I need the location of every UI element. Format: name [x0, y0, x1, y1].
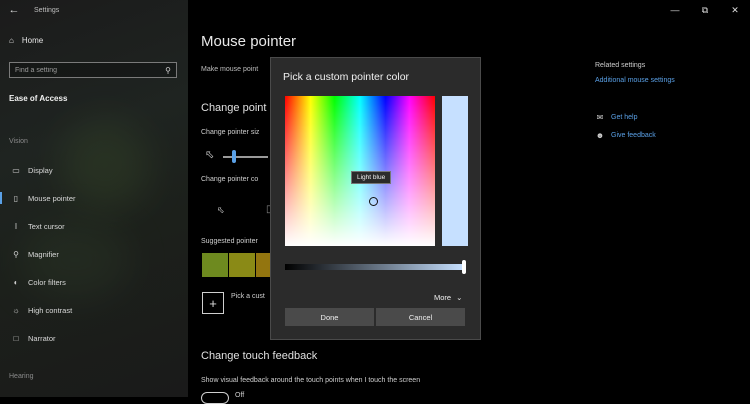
search-input[interactable]	[15, 66, 155, 74]
sidebar-item-label: Magnifier	[28, 249, 59, 259]
restore-icon[interactable]: ⧉	[690, 0, 720, 20]
pick-custom-color-button[interactable]: +	[202, 292, 224, 314]
search-icon[interactable]: ⚲	[165, 66, 171, 75]
magnifier-icon: ⚲	[13, 249, 19, 259]
plus-icon: +	[209, 295, 217, 311]
mouse-icon: ▯	[13, 193, 19, 203]
nav-home[interactable]: ⌂ Home	[9, 36, 43, 45]
suggested-color-swatch[interactable]	[229, 253, 255, 277]
change-pointer-heading: Change point	[201, 102, 267, 114]
touch-feedback-description: Show visual feedback around the touch po…	[201, 377, 421, 384]
additional-mouse-settings-link[interactable]: Additional mouse settings	[595, 77, 675, 84]
back-button[interactable]: ←	[0, 0, 28, 20]
window-controls: — ⧉ ✕	[660, 0, 750, 20]
sidebar-item-label: Text cursor	[28, 221, 65, 231]
section-title: Ease of Access	[9, 94, 68, 103]
text-cursor-icon: I	[14, 221, 18, 231]
color-filters-icon: ◐	[13, 277, 19, 287]
get-help-link[interactable]: ✉ Get help	[595, 113, 638, 122]
sidebar-item-mouse-pointer[interactable]: ▯ Mouse pointer	[0, 188, 188, 208]
cancel-button[interactable]: Cancel	[376, 308, 465, 326]
sidebar-item-magnifier[interactable]: ⚲ Magnifier	[0, 244, 188, 264]
help-icon: ✉	[596, 113, 604, 122]
sidebar-item-color-filters[interactable]: ◐ Color filters	[0, 272, 188, 292]
home-icon: ⌂	[9, 36, 14, 45]
back-arrow-icon: ←	[8, 4, 20, 16]
give-feedback-link[interactable]: ☻ Give feedback	[595, 131, 656, 140]
color-tooltip: Light blue	[351, 171, 392, 184]
pick-custom-color-label: Pick a cust	[231, 293, 265, 300]
close-icon[interactable]: ✕	[720, 0, 750, 20]
suggested-colors-label: Suggested pointer	[201, 238, 258, 245]
sidebar-item-high-contrast[interactable]: ☼ High contrast	[0, 300, 188, 320]
pointer-size-slider-thumb[interactable]	[232, 150, 236, 163]
pointer-color-label: Change pointer co	[201, 176, 259, 183]
chevron-down-icon: ⌄	[456, 293, 463, 302]
feedback-icon: ☻	[595, 131, 605, 140]
color-spectrum[interactable]: Light blue	[285, 96, 435, 246]
home-label: Home	[21, 36, 44, 45]
color-picker-handle[interactable]	[369, 197, 378, 206]
group-label-hearing: Hearing	[9, 373, 34, 380]
sidebar-item-text-cursor[interactable]: I Text cursor	[0, 216, 188, 236]
pointer-size-slider-track[interactable]	[223, 156, 268, 158]
touch-feedback-heading: Change touch feedback	[201, 350, 318, 362]
sidebar-item-label: Color filters	[28, 277, 66, 287]
title-bar: ← Settings	[0, 0, 188, 20]
search-box[interactable]: ⚲	[9, 62, 177, 78]
more-label: More	[434, 293, 452, 302]
brightness-slider[interactable]	[285, 264, 464, 270]
done-button[interactable]: Done	[285, 308, 374, 326]
page-title: Mouse pointer	[201, 33, 297, 50]
touch-feedback-toggle-label: Off	[235, 392, 245, 399]
minimize-icon[interactable]: —	[660, 0, 690, 20]
sidebar-item-label: Mouse pointer	[28, 193, 76, 203]
give-feedback-label: Give feedback	[611, 132, 656, 139]
color-preview	[442, 96, 468, 246]
suggested-color-swatch[interactable]	[202, 253, 228, 277]
custom-color-dialog: Pick a custom pointer color Light blue M…	[270, 57, 481, 340]
white-pointer-option-icon[interactable]: ⬁	[217, 205, 225, 216]
sidebar-item-label: Display	[28, 165, 53, 175]
more-button[interactable]: More ⌄	[434, 293, 462, 302]
sidebar-item-display[interactable]: ▭ Display	[0, 160, 188, 180]
sidebar-item-label: High contrast	[28, 305, 73, 315]
group-label-vision: Vision	[9, 138, 28, 145]
pointer-arrow-icon: ⬁	[205, 149, 215, 161]
dialog-title: Pick a custom pointer color	[283, 71, 410, 83]
pointer-size-label: Change pointer siz	[201, 129, 260, 136]
app-title: Settings	[34, 6, 60, 14]
sidebar-item-narrator[interactable]: □ Narrator	[0, 328, 188, 348]
brightness-slider-thumb[interactable]	[462, 260, 466, 274]
sidebar: ← Settings ⌂ Home ⚲ Ease of Access Visio…	[0, 0, 188, 397]
high-contrast-icon: ☼	[12, 305, 20, 315]
touch-feedback-toggle[interactable]	[201, 392, 229, 404]
narrator-icon: □	[13, 333, 19, 343]
get-help-label: Get help	[611, 114, 638, 121]
monitor-icon: ▭	[12, 165, 20, 175]
related-settings-title: Related settings	[595, 62, 646, 69]
sidebar-item-label: Narrator	[28, 333, 56, 343]
page-description: Make mouse point	[201, 66, 259, 73]
